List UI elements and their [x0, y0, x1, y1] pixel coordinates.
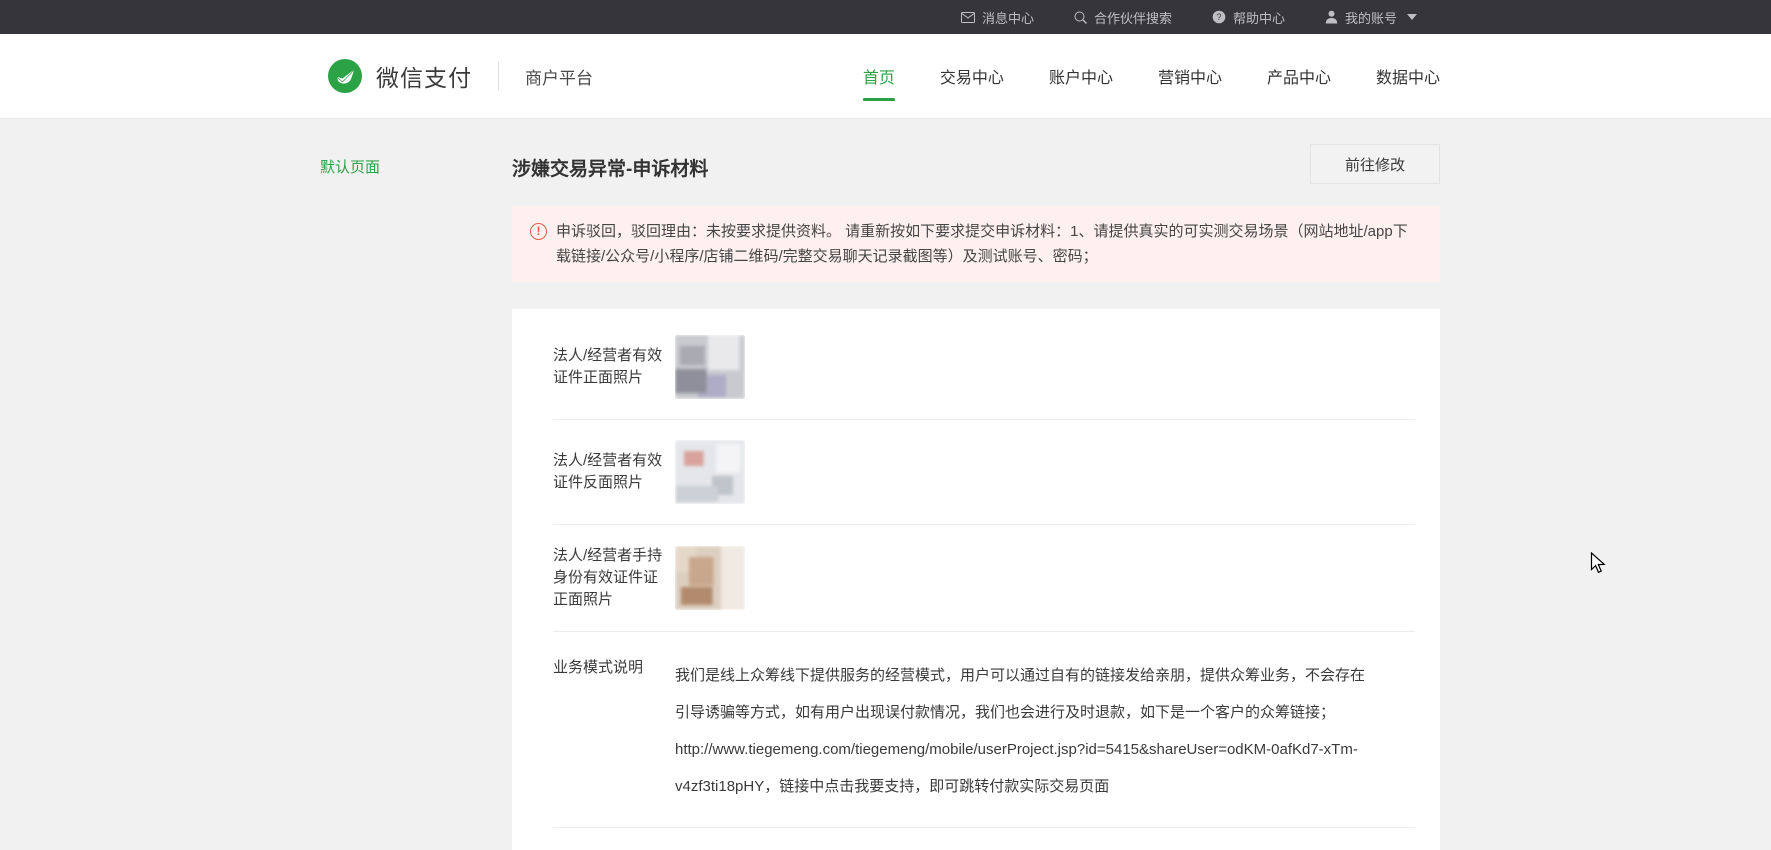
- topbar-my-account[interactable]: 我的账号: [1325, 0, 1417, 34]
- brand[interactable]: 微信支付: [327, 58, 472, 94]
- header-divider: [498, 62, 499, 90]
- help-icon: ?: [1212, 10, 1226, 24]
- nav-account-center[interactable]: 账户中心: [1049, 34, 1113, 118]
- row-label: 法人/经营者有效证件正面照片: [553, 347, 663, 386]
- business-model-description: 我们是线上众筹线下提供服务的经营模式，用户可以通过自有的链接发给亲朋，提供众筹业…: [675, 657, 1365, 805]
- row-handheld-id-photo: 法人/经营者手持身份有效证件证正面照片: [553, 525, 1415, 632]
- content: 默认页面 涉嫌交易异常-申诉材料 前往修改 ! 申诉驳回，驳回理由：未按要求提供…: [0, 120, 1771, 850]
- row-label: 法人/经营者手持身份有效证件证正面照片: [553, 547, 663, 608]
- row-label: 业务模式说明: [553, 659, 644, 676]
- wechat-pay-logo-icon: [327, 58, 363, 94]
- message-icon: [960, 11, 975, 23]
- topbar-help-center[interactable]: ? 帮助中心: [1212, 0, 1285, 34]
- row-id-front-photo: 法人/经营者有效证件正面照片: [553, 315, 1415, 420]
- id-back-photo-thumbnail[interactable]: [675, 440, 745, 504]
- row-business-scene: 经营场景 线上经营: [553, 828, 1415, 850]
- topbar-item-label: 我的账号: [1344, 10, 1397, 26]
- portal-name: 商户平台: [525, 68, 593, 88]
- nav-marketing-center[interactable]: 营销中心: [1158, 34, 1222, 118]
- topbar-message-center[interactable]: 消息中心: [960, 0, 1034, 34]
- header: 微信支付 商户平台 首页 交易中心 账户中心 营销中心 产品中心 数据中心: [0, 34, 1771, 119]
- description-line: 引导诱骗等方式，如有用户出现误付款情况，我们也会进行及时退款，如下是一个客户的众…: [675, 704, 1336, 721]
- main-panel: 涉嫌交易异常-申诉材料 前往修改 ! 申诉驳回，驳回理由：未按要求提供资料。 请…: [512, 120, 1440, 850]
- rejection-alert: ! 申诉驳回，驳回理由：未按要求提供资料。 请重新按如下要求提交申诉材料：1、请…: [512, 206, 1440, 282]
- main-nav: 首页 交易中心 账户中心 营销中心 产品中心 数据中心: [862, 34, 1440, 118]
- topbar-item-label: 帮助中心: [1232, 10, 1285, 26]
- alert-text: 申诉驳回，驳回理由：未按要求提供资料。 请重新按如下要求提交申诉材料：1、请提供…: [556, 223, 1408, 265]
- svg-text:?: ?: [1216, 12, 1221, 22]
- blurred-photo: [675, 440, 745, 504]
- caret-down-icon: [1407, 14, 1417, 20]
- account-icon: [1325, 10, 1338, 24]
- title-row: 涉嫌交易异常-申诉材料 前往修改: [512, 120, 1440, 184]
- blurred-photo: [675, 546, 745, 610]
- sidebar-item-default-page[interactable]: 默认页面: [320, 156, 380, 177]
- nav-home[interactable]: 首页: [862, 34, 895, 118]
- blurred-photo: [675, 335, 745, 399]
- brand-name: 微信支付: [376, 65, 472, 91]
- topbar-partner-search[interactable]: 合作伙伴搜索: [1074, 0, 1172, 34]
- partner-search-icon: [1074, 11, 1087, 24]
- description-line: 我们是线上众筹线下提供服务的经营模式，用户可以通过自有的链接发给亲朋，提供众筹业…: [675, 667, 1366, 684]
- topbar-item-label: 合作伙伴搜索: [1093, 10, 1172, 26]
- go-modify-button[interactable]: 前往修改: [1310, 144, 1440, 184]
- description-line: v4zf3ti18pHY，链接中点击我要支持，即可跳转付款实际交易页面: [675, 778, 1110, 795]
- row-label: 法人/经营者有效证件反面照片: [553, 452, 663, 491]
- row-id-back-photo: 法人/经营者有效证件反面照片: [553, 420, 1415, 525]
- materials-card: 法人/经营者有效证件正面照片 法人/经营者有效证件反面照片 法人/经营者手持身份…: [512, 309, 1440, 850]
- nav-product-center[interactable]: 产品中心: [1267, 34, 1331, 118]
- warning-circle-icon: !: [530, 223, 547, 240]
- description-line-url: http://www.tiegemeng.com/tiegemeng/mobil…: [675, 741, 1358, 758]
- page-title: 涉嫌交易异常-申诉材料: [512, 159, 709, 180]
- id-front-photo-thumbnail[interactable]: [675, 335, 745, 399]
- nav-data-center[interactable]: 数据中心: [1376, 34, 1440, 118]
- topbar: 消息中心 合作伙伴搜索 ? 帮助中心 我的账号: [0, 0, 1771, 34]
- nav-trade-center[interactable]: 交易中心: [940, 34, 1004, 118]
- handheld-id-photo-thumbnail[interactable]: [675, 546, 745, 610]
- row-business-model: 业务模式说明 我们是线上众筹线下提供服务的经营模式，用户可以通过自有的链接发给亲…: [553, 632, 1415, 828]
- topbar-item-label: 消息中心: [981, 10, 1034, 26]
